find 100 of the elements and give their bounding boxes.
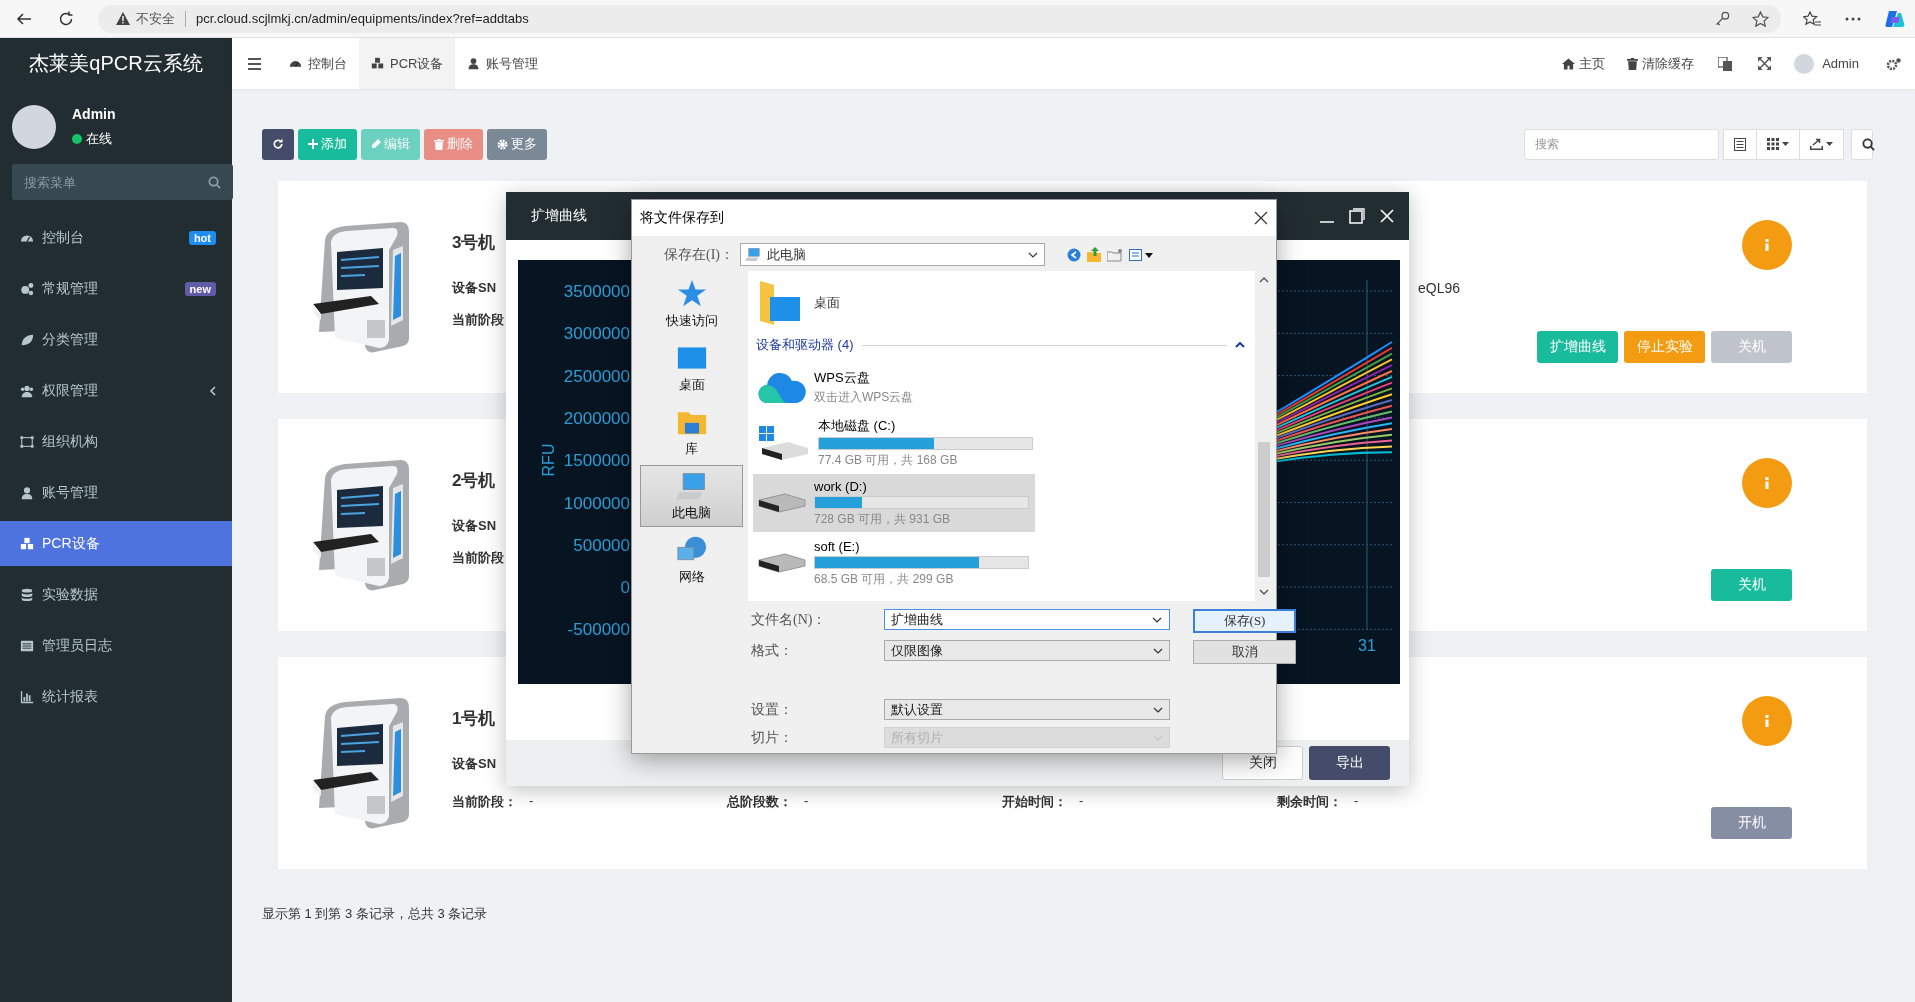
chevron-down-icon <box>1153 706 1163 713</box>
close-icon[interactable] <box>1254 211 1268 225</box>
up-folder-icon[interactable] <box>1087 247 1101 262</box>
menu-item[interactable]: 分类管理 <box>0 317 232 362</box>
axis-tick-label: 3500000 <box>563 282 630 301</box>
menu-item[interactable]: 实验数据 <box>0 572 232 617</box>
export-button[interactable]: 导出 <box>1309 746 1390 780</box>
maximize-icon[interactable] <box>1349 208 1365 224</box>
group-header[interactable]: 设备和驱动器 (4) <box>756 336 854 354</box>
search-button[interactable] <box>1851 128 1873 160</box>
nav-link[interactable]: 清除缓存 <box>1616 38 1706 89</box>
favorites-icon[interactable] <box>1803 10 1821 27</box>
info-icon <box>1765 239 1769 251</box>
url-text: pcr.cloud.scjlmkj.cn/admin/equipments/index?ref=addtabs <box>196 11 529 26</box>
dialog-title: 将文件保存到 <box>640 209 724 227</box>
drive-detail: 双击进入WPS云盘 <box>814 388 914 406</box>
drive-detail: 68.5 GB 可用，共 299 GB <box>814 570 955 588</box>
more-icon[interactable] <box>1845 16 1861 21</box>
menu-item[interactable]: 账号管理 <box>0 470 232 515</box>
field-value: eQL96 <box>1418 280 1461 296</box>
menu-item[interactable]: 权限管理 <box>0 368 232 413</box>
trash-icon <box>1627 57 1639 70</box>
cancel-button[interactable]: 取消 <box>1193 640 1296 664</box>
menu-item[interactable]: 组织机构 <box>0 419 232 464</box>
back-icon[interactable] <box>16 10 32 27</box>
axis-title: RFU <box>540 443 557 477</box>
drive-name: soft (E:) <box>814 538 861 554</box>
folder-item[interactable]: 桌面 <box>748 275 1255 331</box>
menu-search-field[interactable]: 搜索菜单 <box>12 164 233 200</box>
user-icon <box>467 57 481 70</box>
address-bar[interactable]: 不安全 pcr.cloud.scjlmkj.cn/admin/equipments/index?ref=addtabs <box>98 4 1781 33</box>
toggle-view-button[interactable] <box>1723 128 1757 160</box>
device-name: 1号机 <box>452 708 496 730</box>
bar-chart-icon <box>20 689 34 704</box>
chevron-up-icon[interactable] <box>1235 342 1245 348</box>
location-dropdown[interactable]: 此电脑 <box>740 243 1045 266</box>
nav-tab[interactable]: PCR设备 <box>359 38 456 89</box>
chevron-down-icon <box>1028 251 1038 258</box>
search-field[interactable]: 搜索 <box>1524 128 1719 160</box>
field-label: 当前阶段： <box>452 793 517 811</box>
save-button[interactable]: 保存(S) <box>1193 609 1296 633</box>
menu-item[interactable]: 控制台 hot <box>0 215 232 260</box>
cubes-icon <box>371 57 384 70</box>
place-item[interactable]: 库 <box>640 401 743 463</box>
drive-name: work (D:) <box>814 478 868 494</box>
device-name: 2号机 <box>452 470 496 492</box>
axis-tick-label: 500000 <box>573 535 630 555</box>
drive-item[interactable]: WPS云盘 双击进入WPS云盘 <box>753 362 1035 412</box>
drive-name: 本地磁盘 (C:) <box>818 417 897 435</box>
place-item[interactable]: 快速访问 <box>640 273 743 335</box>
menu-item[interactable]: 常规管理 new <box>0 266 232 311</box>
scroll-thumb[interactable] <box>1258 442 1270 577</box>
drive-detail: 77.4 GB 可用，共 168 GB <box>818 452 959 469</box>
field-label: 剩余时间： <box>1277 793 1342 811</box>
place-item[interactable]: 此电脑 <box>640 465 743 527</box>
more-button[interactable]: 更多 <box>487 128 547 160</box>
filename-field[interactable]: 扩增曲线 <box>884 609 1170 630</box>
nav-tab[interactable]: 控制台 <box>277 38 359 89</box>
drive-item[interactable]: work (D:) 728 GB 可用，共 931 GB <box>753 474 1035 532</box>
columns-button[interactable] <box>1756 128 1800 160</box>
security-label: 不安全 <box>136 9 175 28</box>
place-item[interactable]: 桌面 <box>640 337 743 399</box>
select-field[interactable]: 仅限图像 <box>884 640 1170 661</box>
menu-item[interactable]: PCR设备 <box>0 521 232 566</box>
menu-icon[interactable] <box>248 57 261 70</box>
menu-item[interactable]: 管理员日志 <box>0 623 232 668</box>
user-menu[interactable]: Admin <box>1784 38 1873 89</box>
star-outline-icon[interactable] <box>1752 10 1769 27</box>
org-chart-icon <box>20 434 34 449</box>
user-status: 在线 <box>86 129 112 148</box>
nav-link[interactable]: 主页 <box>1551 38 1617 89</box>
user-icon <box>20 485 34 500</box>
select-field[interactable]: 默认设置 <box>884 699 1170 720</box>
axis-tick-label: 31 <box>1358 637 1376 654</box>
plus-icon <box>308 139 318 149</box>
field-label: 保存在(I)： <box>663 245 735 264</box>
grid-icon <box>1767 138 1779 150</box>
key-icon[interactable] <box>1715 10 1730 26</box>
place-item[interactable]: 网络 <box>640 529 743 591</box>
dialog-title: 扩增曲线 <box>531 207 587 225</box>
nav-tab[interactable]: 账号管理 <box>455 38 551 89</box>
view-menu-icon[interactable] <box>1129 248 1153 261</box>
field-label: 开始时间： <box>1002 793 1067 811</box>
info-icon <box>1765 477 1769 489</box>
drive-icon <box>758 553 806 573</box>
drive-item[interactable]: 本地磁盘 (C:) 77.4 GB 可用，共 168 GB <box>753 414 1035 472</box>
export-button[interactable] <box>1799 128 1844 160</box>
cubes-icon <box>20 536 34 551</box>
drive-item[interactable]: soft (E:) 68.5 GB 可用，共 299 GB <box>753 534 1035 592</box>
refresh-button[interactable] <box>262 128 294 160</box>
reload-icon[interactable] <box>58 10 74 27</box>
axis-tick-label: 2000000 <box>563 408 630 428</box>
app-logo: 杰莱美qPCR云系统 <box>29 51 203 76</box>
menu-badge: new <box>184 281 216 296</box>
chevron-down-icon <box>1153 647 1163 654</box>
menu-item[interactable]: 统计报表 <box>0 674 232 719</box>
field-value: - <box>529 793 534 810</box>
refresh-icon <box>272 138 284 150</box>
new-folder-icon[interactable] <box>1107 247 1123 262</box>
copilot-icon[interactable] <box>1885 8 1905 29</box>
